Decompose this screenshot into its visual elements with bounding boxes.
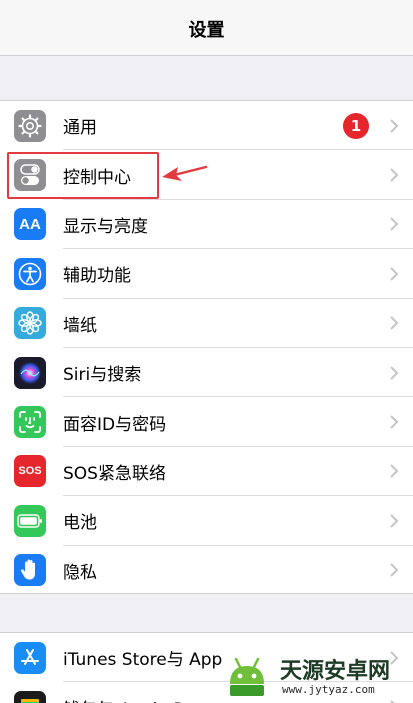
chevron-right-icon — [390, 316, 399, 330]
page-title: 设置 — [188, 19, 225, 41]
settings-row-label: 通用 — [63, 118, 97, 139]
app-store-icon — [14, 641, 46, 674]
notification-badge: 1 — [343, 112, 369, 139]
watermark-title: 天源安卓网 — [280, 659, 391, 684]
wallet-icon — [14, 691, 46, 703]
chevron-right-icon — [390, 700, 395, 703]
chevron-right-icon — [390, 563, 399, 577]
chevron-right-icon — [390, 118, 399, 133]
settings-row-siri[interactable]: Siri与搜索 — [0, 348, 413, 398]
settings-row-emergency-sos[interactable]: SOS SOS紧急联络 — [0, 447, 413, 497]
settings-row-label: 辅助功能 — [63, 266, 131, 287]
chevron-right-icon — [390, 415, 399, 429]
chevron-right-icon — [390, 464, 399, 479]
chevron-right-icon — [390, 217, 399, 232]
settings-row-accessibility[interactable]: 辅助功能 — [0, 249, 413, 299]
sos-icon: SOS — [14, 455, 46, 488]
battery-icon — [14, 504, 46, 537]
settings-row-label: 墙纸 — [63, 315, 97, 336]
hand-icon — [14, 554, 46, 587]
settings-row-label: 电池 — [63, 513, 97, 534]
chevron-right-icon — [390, 267, 399, 281]
accessibility-person-icon — [14, 257, 46, 290]
chevron-right-icon — [390, 650, 399, 665]
settings-row-label: iTunes Store与 App — [63, 650, 223, 671]
settings-row-display[interactable]: AA 显示与亮度 — [0, 200, 413, 250]
annotation-arrow-icon — [162, 165, 208, 181]
settings-row-battery[interactable]: 电池 — [0, 496, 413, 546]
settings-row-label: 显示与亮度 — [63, 216, 148, 237]
settings-row-face-id[interactable]: 面容ID与密码 — [0, 397, 413, 447]
settings-row-label: SOS紧急联络 — [63, 463, 166, 484]
icon-text: AA — [19, 215, 41, 233]
gear-icon — [14, 109, 46, 142]
icon-text: SOS — [18, 465, 42, 478]
chevron-right-icon — [390, 514, 399, 528]
face-id-icon — [14, 406, 46, 439]
settings-row-label: Siri与搜索 — [63, 365, 142, 386]
settings-row-wallpaper[interactable]: 墙纸 — [0, 299, 413, 348]
settings-row-label: 钱包与 Apple Pay — [63, 695, 203, 703]
watermark-url: www.jytyaz.com — [282, 683, 375, 696]
settings-row-privacy[interactable]: 隐私 — [0, 546, 413, 595]
chevron-right-icon — [390, 168, 399, 182]
settings-row-label: 面容ID与密码 — [63, 414, 167, 435]
settings-row-label: 隐私 — [63, 562, 97, 583]
navigation-bar: 设置 — [0, 0, 413, 56]
android-logo-icon — [230, 657, 264, 696]
annotation-highlight-box — [7, 152, 159, 199]
siri-orb-icon — [14, 356, 46, 389]
flower-icon — [14, 307, 46, 340]
settings-row-general[interactable]: 通用 1 — [0, 101, 413, 151]
text-size-icon: AA — [14, 208, 46, 241]
chevron-right-icon — [390, 365, 399, 380]
